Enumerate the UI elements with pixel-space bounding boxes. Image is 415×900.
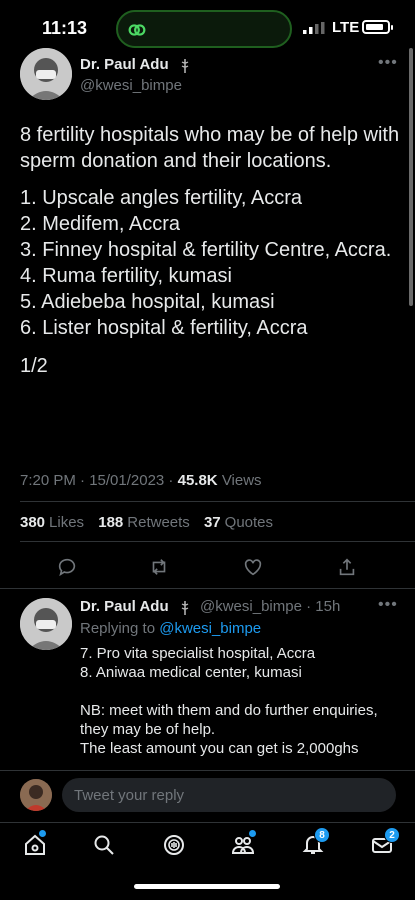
replying-to: Replying to @kwesi_bimpe [80, 620, 262, 637]
dynamic-island[interactable] [116, 10, 292, 48]
status-time: 11:13 [42, 18, 88, 38]
search-icon [94, 835, 114, 855]
quotes-stat[interactable]: 37 Quotes [204, 514, 273, 531]
reply-icon[interactable] [56, 556, 78, 578]
tab-notifications[interactable]: 8 [301, 827, 330, 857]
replying-to-link[interactable]: @kwesi_bimpe [159, 620, 261, 637]
tab-messages[interactable]: 2 [370, 827, 400, 857]
user-avatar[interactable] [20, 779, 52, 811]
list-item: 5. Adiebeba hospital, kumasi [20, 291, 275, 313]
list-item: 7. Pro vita specialist hospital, Accra [80, 645, 316, 662]
divider [0, 588, 415, 589]
unread-dot [249, 830, 256, 837]
reply-handle-time[interactable]: @kwesi_bimpe · 15h [200, 598, 340, 615]
like-icon[interactable] [242, 556, 264, 578]
battery-icon [362, 20, 393, 34]
list-item: 8. Aniwaa medical center, kumasi [80, 664, 302, 681]
medical-badge-icon [181, 59, 189, 73]
views-label: Views [221, 472, 262, 489]
author-avatar[interactable] [20, 48, 72, 100]
list-item: 2. Medifem, Accra [20, 213, 181, 235]
tab-home[interactable] [23, 830, 47, 857]
link-icon [128, 24, 146, 36]
thread-counter: 1/2 [20, 355, 48, 377]
author-name[interactable]: Dr. Paul Adu [80, 56, 169, 73]
more-options-icon[interactable]: ••• [378, 596, 398, 614]
tweet-actions [0, 552, 415, 582]
retweet-icon[interactable] [148, 556, 170, 578]
tab-spaces[interactable] [162, 833, 186, 857]
divider [20, 501, 415, 502]
reply-note: The least amount you can get is 2,000ghs [80, 740, 359, 757]
status-bar: 11:13 LTE [0, 0, 415, 56]
list-item: 4. Ruma fertility, kumasi [20, 265, 232, 287]
divider [20, 541, 415, 542]
tab-communities[interactable] [231, 830, 256, 857]
home-indicator[interactable] [134, 884, 280, 889]
messages-badge: 2 [384, 827, 400, 843]
tweet-intro: 8 fertility hospitals who may be of help… [20, 124, 400, 172]
likes-stat[interactable]: 380 Likes [20, 514, 84, 531]
tab-search[interactable] [92, 833, 116, 857]
share-icon[interactable] [336, 556, 358, 578]
tweet-text: 8 fertility hospitals who may be of help… [20, 122, 410, 379]
list-item: 3. Finney hospital & fertility Centre, A… [20, 239, 392, 261]
scrollbar[interactable] [409, 48, 413, 306]
tweet-timestamp: 7:20 PM · 15/01/2023 · [20, 472, 178, 489]
reply-author-avatar[interactable] [20, 598, 72, 650]
views-count: 45.8K [177, 472, 218, 489]
reply-note: NB: meet with them and do further enquir… [80, 702, 378, 738]
list-item: 1. Upscale angles fertility, Accra [20, 187, 302, 209]
reply-composer [0, 770, 415, 820]
signal-icon [303, 22, 325, 34]
tweet-meta: 7:20 PM · 15/01/2023 · 45.8K Views [20, 472, 262, 489]
tweet-stats: 380 Likes 188 Retweets 37 Quotes [20, 514, 283, 531]
reply-input[interactable] [62, 778, 396, 812]
author-handle[interactable]: @kwesi_bimpe [80, 77, 182, 94]
medical-badge-icon [181, 601, 189, 615]
spaces-icon [164, 835, 184, 855]
unread-dot [39, 830, 46, 837]
bottom-tab-bar: 8 2 [0, 822, 415, 872]
list-item: 6. Lister hospital & fertility, Accra [20, 317, 308, 339]
reply-author-name[interactable]: Dr. Paul Adu [80, 598, 169, 615]
notifications-badge: 8 [314, 827, 330, 843]
more-options-icon[interactable]: ••• [378, 54, 398, 72]
network-label: LTE [332, 19, 360, 36]
retweets-stat[interactable]: 188 Retweets [98, 514, 190, 531]
reply-text: 7. Pro vita specialist hospital, Accra 8… [80, 644, 400, 758]
